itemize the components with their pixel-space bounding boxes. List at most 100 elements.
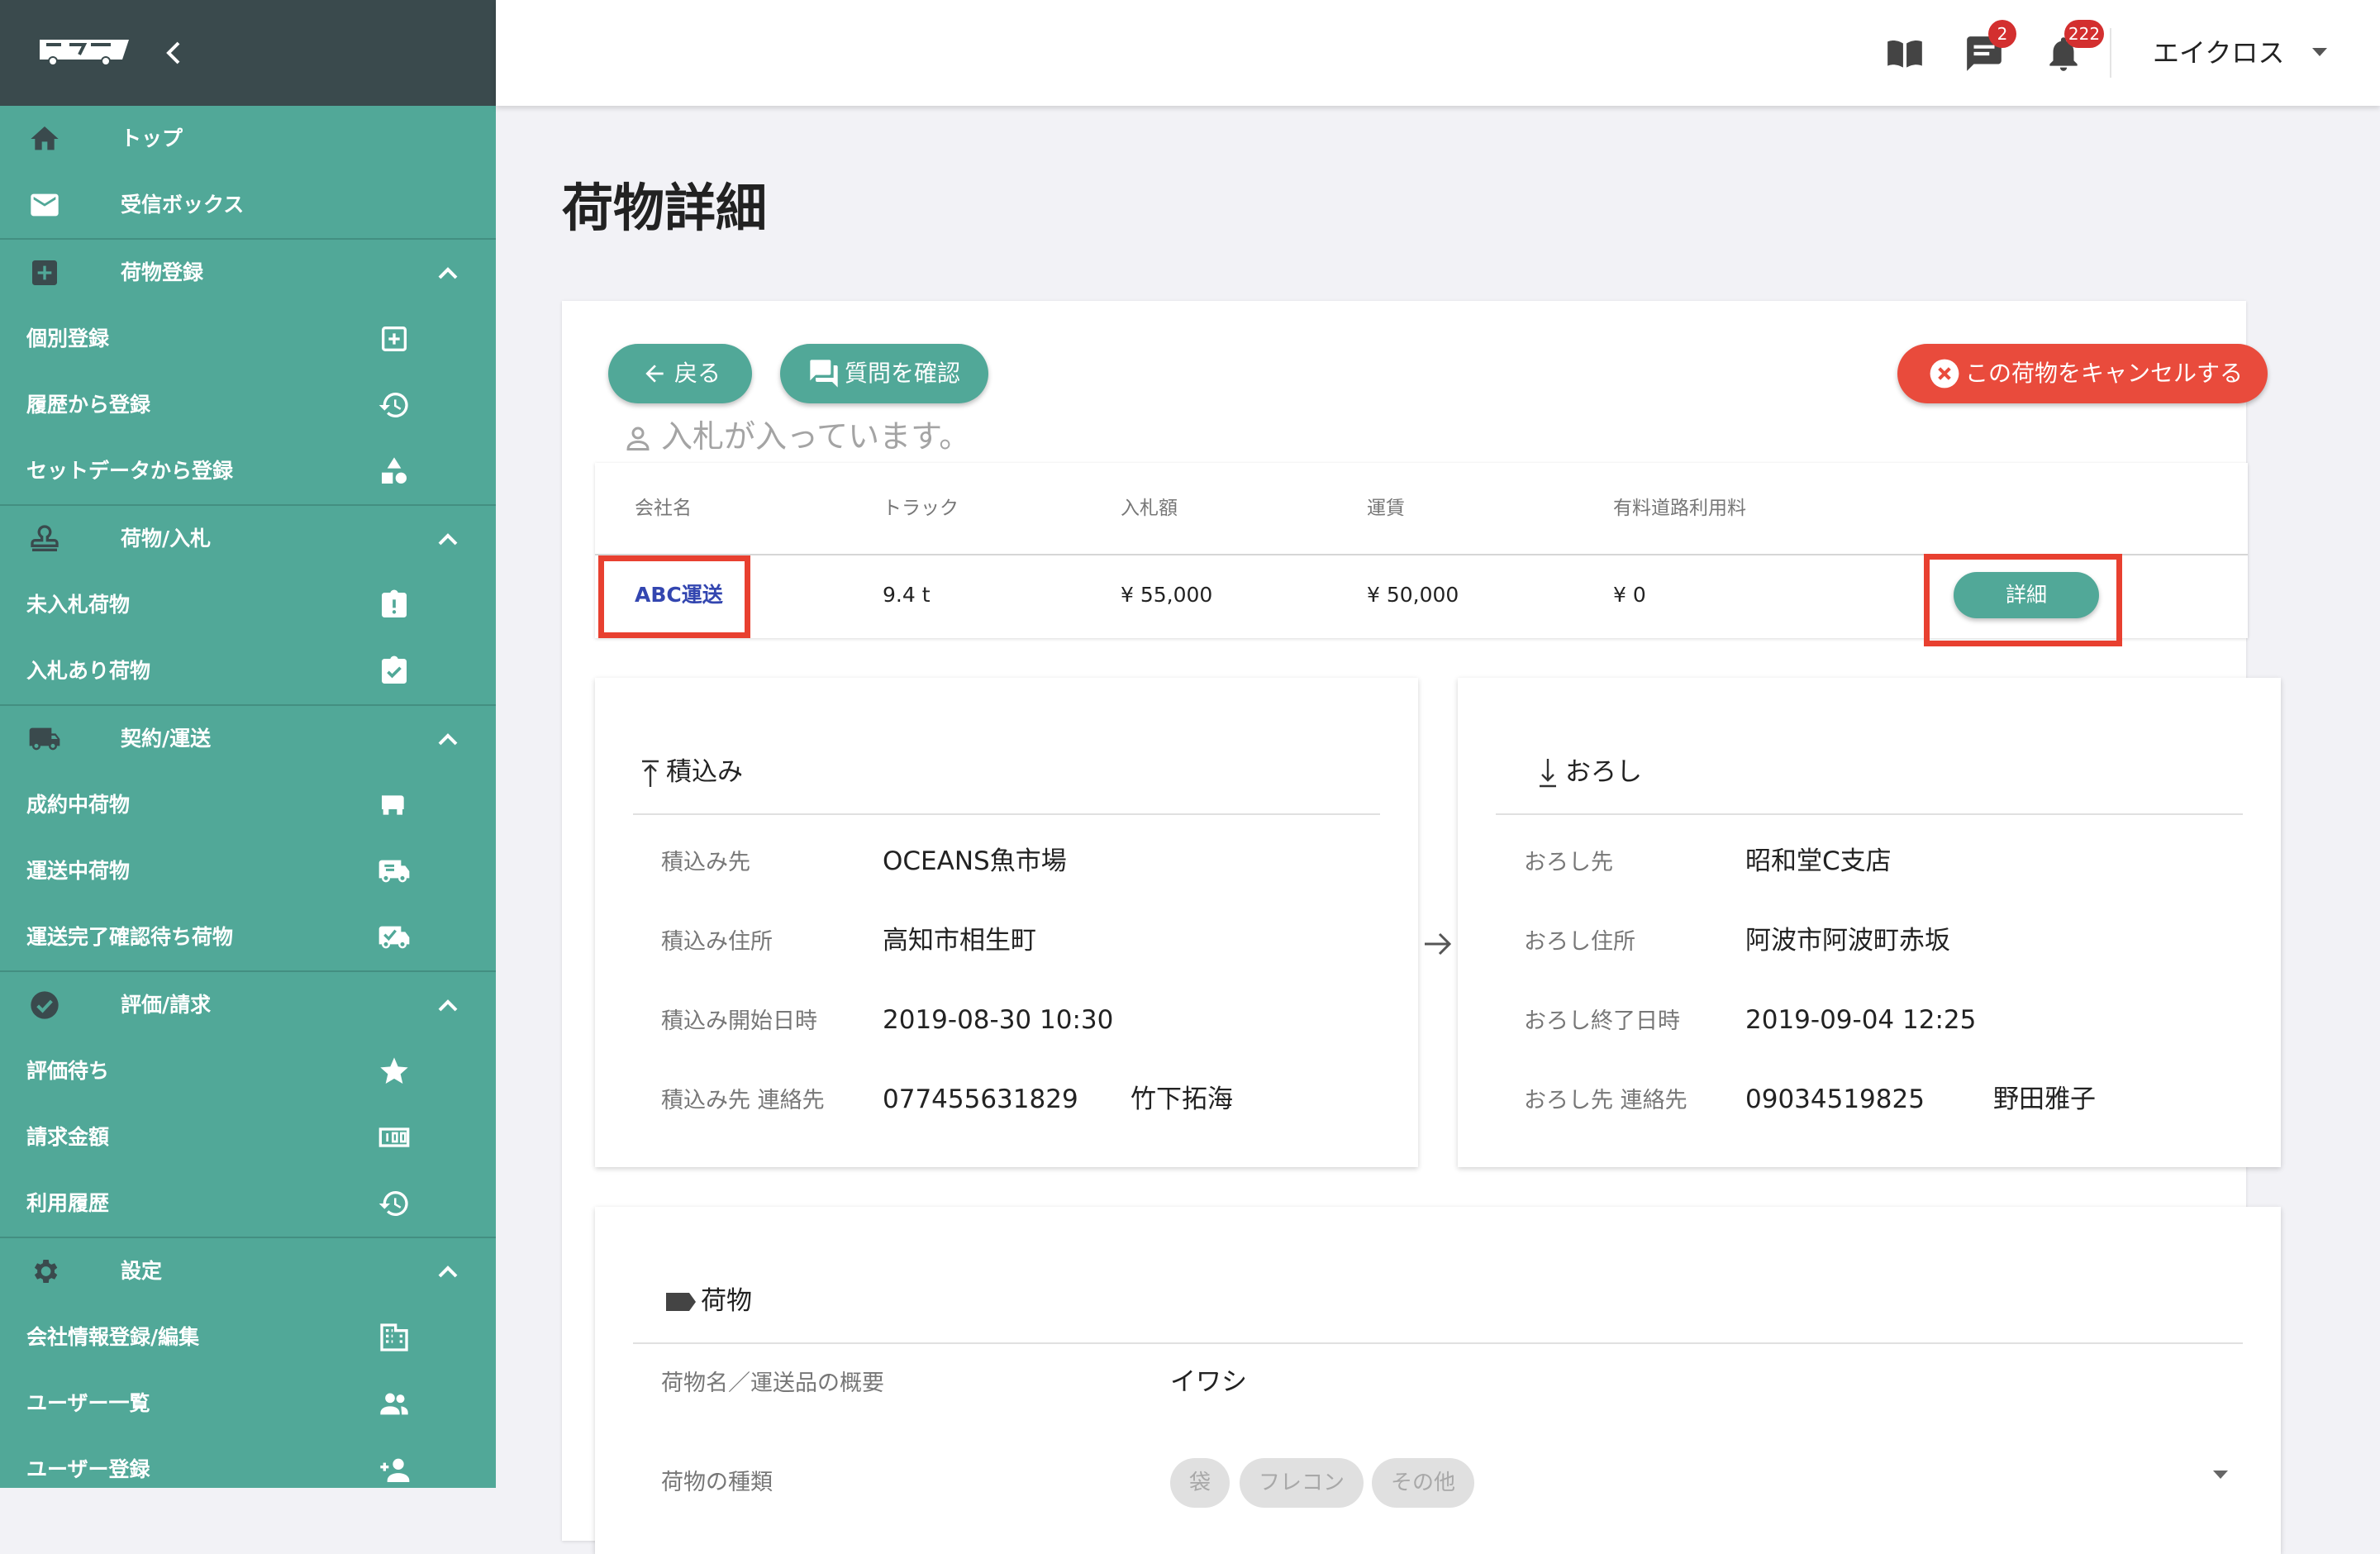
arrow-right-icon	[1425, 932, 1452, 956]
truck-fast-icon	[378, 860, 410, 883]
cargo-divider	[633, 1342, 2243, 1344]
sidebar-item-company-info[interactable]: 会社情報登録/編集	[0, 1304, 496, 1370]
counter-icon	[378, 1127, 410, 1147]
loading-place-label: 積込み先	[661, 850, 750, 875]
cargo-type-chip-bag[interactable]: 袋	[1170, 1458, 1230, 1508]
cargo-detail-card: 戻る 質問を確認 この荷物をキャンセルする 入札が入っています。 会社名 トラッ…	[562, 301, 2281, 1554]
building-icon	[380, 1323, 408, 1351]
cargo-type-label: 荷物の種類	[661, 1470, 773, 1495]
loading-address-label: 積込み住所	[661, 929, 773, 955]
truck-logo-icon	[40, 40, 129, 66]
bids-table: 会社名 トラック 入札額 運賃 有料道路利用料 ABC運送 9.4 t ¥ 55…	[595, 463, 2248, 646]
chevron-left-icon[interactable]	[162, 38, 185, 68]
unloading-title: おろし	[1540, 747, 1642, 797]
loading-person: 竹下拓海	[1130, 1084, 1233, 1114]
column-header-truck: トラック	[883, 498, 959, 519]
loading-address: 高知市相生町	[883, 926, 1036, 956]
back-button-label: 戻る	[674, 360, 721, 387]
cargo-name: イワシ	[1170, 1367, 1247, 1397]
sidebar-item-inbox[interactable]: 受信ボックス	[0, 172, 496, 238]
sidebar-section-cargo-register[interactable]: 荷物登録	[0, 238, 496, 306]
sidebar-item-label: 会社情報登録/編集	[26, 1325, 200, 1349]
cancel-cargo-button[interactable]: この荷物をキャンセルする	[1897, 344, 2268, 403]
sidebar-item-individual-register[interactable]: 個別登録	[0, 306, 496, 372]
sidebar-header	[0, 0, 496, 106]
cargo-type-chip-flexible-container[interactable]: フレコン	[1240, 1458, 1364, 1508]
bids-table-header: 会社名 トラック 入札額 運賃 有料道路利用料	[595, 463, 2248, 555]
sidebar-item-label: 評価待ち	[26, 1059, 110, 1083]
sidebar-item-label: 未入札荷物	[26, 593, 131, 617]
unloading-place-label: おろし先	[1524, 850, 1613, 875]
mail-icon	[31, 193, 59, 217]
cancel-cargo-label: この荷物をキャンセルする	[1965, 360, 2244, 387]
sidebar-item-label: トップ	[121, 126, 183, 150]
caret-down-icon[interactable]	[2211, 1470, 2230, 1480]
shapes-icon	[382, 457, 407, 484]
notification-count-badge: 222	[2064, 20, 2104, 48]
sidebar-section-settings[interactable]: 設定	[0, 1237, 496, 1304]
column-header-bid-amount: 入札額	[1121, 498, 1178, 519]
clipboard-alert-icon	[382, 589, 407, 617]
unloading-place: 昭和堂C支店	[1745, 846, 1892, 876]
sidebar-item-awaiting-completion-cargo[interactable]: 運送完了確認待ち荷物	[0, 904, 496, 970]
sidebar-item-top[interactable]: トップ	[0, 106, 496, 172]
chevron-up-icon[interactable]	[435, 727, 461, 751]
sidebar-item-user-list[interactable]: ユーザー一覧	[0, 1370, 496, 1437]
star-icon	[380, 1057, 408, 1084]
chevron-up-icon[interactable]	[435, 994, 461, 1017]
sidebar-section-rating-billing[interactable]: 評価/請求	[0, 970, 496, 1038]
unloading-phone: 09034519825	[1745, 1084, 1925, 1114]
sidebar-item-label: 評価/請求	[121, 993, 212, 1017]
unloading-title-text: おろし	[1565, 757, 1642, 787]
page-title: 荷物詳細	[562, 178, 768, 238]
highlight-box-company	[598, 555, 750, 638]
unloading-address-label: おろし住所	[1524, 929, 1635, 955]
cargo-type-chip-other[interactable]: その他	[1372, 1458, 1474, 1508]
sidebar-item-register-from-history[interactable]: 履歴から登録	[0, 372, 496, 438]
sidebar-item-label: 荷物登録	[121, 260, 204, 284]
chevron-up-icon[interactable]	[435, 1260, 461, 1283]
arrow-up-line-icon	[642, 760, 659, 787]
sidebar: トップ 受信ボックス 荷物登録 個別登録 履歴から登録 セットデータから登録 荷…	[0, 0, 496, 1488]
clipboard-check-icon	[382, 655, 407, 684]
sidebar-item-register-from-set-data[interactable]: セットデータから登録	[0, 438, 496, 504]
loading-start: 2019-08-30 10:30	[883, 1005, 1114, 1035]
view-questions-label: 質問を確認	[845, 360, 961, 387]
chevron-up-icon[interactable]	[435, 261, 461, 284]
chevron-up-icon[interactable]	[435, 527, 461, 551]
view-questions-button[interactable]: 質問を確認	[780, 344, 988, 403]
history-icon	[378, 393, 408, 417]
sidebar-item-label: 運送完了確認待ち荷物	[26, 925, 234, 949]
unloading-contact-label: おろし先 連絡先	[1524, 1088, 1687, 1113]
sidebar-section-contract-transport[interactable]: 契約/運送	[0, 704, 496, 772]
sidebar-item-label: 契約/運送	[121, 727, 212, 751]
loading-title: 積込み	[642, 747, 743, 797]
loading-contact-label: 積込み先 連絡先	[661, 1088, 825, 1113]
history-icon	[378, 1191, 408, 1216]
sidebar-item-unbid-cargo[interactable]: 未入札荷物	[0, 572, 496, 638]
back-button[interactable]: 戻る	[608, 344, 752, 403]
sidebar-item-label: ユーザー一覧	[26, 1391, 150, 1415]
bid-fare: ¥ 50,000	[1367, 583, 1459, 607]
sidebar-item-awaiting-rating[interactable]: 評価待ち	[0, 1038, 496, 1104]
sidebar-item-label: 受信ボックス	[121, 193, 245, 217]
sidebar-item-user-register[interactable]: ユーザー登録	[0, 1437, 496, 1488]
user-menu-name[interactable]: エイクロス	[2153, 30, 2284, 76]
sidebar-item-billing-amount[interactable]: 請求金額	[0, 1104, 496, 1170]
sidebar-item-label: 個別登録	[26, 327, 110, 350]
manual-book-icon[interactable]	[1884, 33, 1925, 74]
loading-panel: 積込み 積込み先 OCEANS魚市場 積込み住所 高知市相生町 積込み開始日時 …	[595, 678, 1418, 1167]
check-circle-icon	[31, 991, 59, 1019]
column-header-fare: 運賃	[1367, 498, 1405, 519]
unloading-address: 阿波市阿波町赤坂	[1745, 926, 1950, 956]
sidebar-item-in-transit-cargo[interactable]: 運送中荷物	[0, 838, 496, 904]
bid-toll: ¥ 0	[1613, 583, 1646, 607]
sidebar-item-label: 成約中荷物	[26, 793, 131, 817]
sidebar-nav: トップ 受信ボックス 荷物登録 個別登録 履歴から登録 セットデータから登録 荷…	[0, 106, 496, 1488]
sidebar-item-bid-cargo[interactable]: 入札あり荷物	[0, 638, 496, 704]
bid-notice-text: 入札が入っています。	[661, 418, 971, 455]
sidebar-item-contracted-cargo[interactable]: 成約中荷物	[0, 772, 496, 838]
sidebar-item-usage-history[interactable]: 利用履歴	[0, 1170, 496, 1237]
caret-down-icon[interactable]	[2311, 46, 2329, 58]
sidebar-section-cargo-bids[interactable]: 荷物/入札	[0, 504, 496, 572]
